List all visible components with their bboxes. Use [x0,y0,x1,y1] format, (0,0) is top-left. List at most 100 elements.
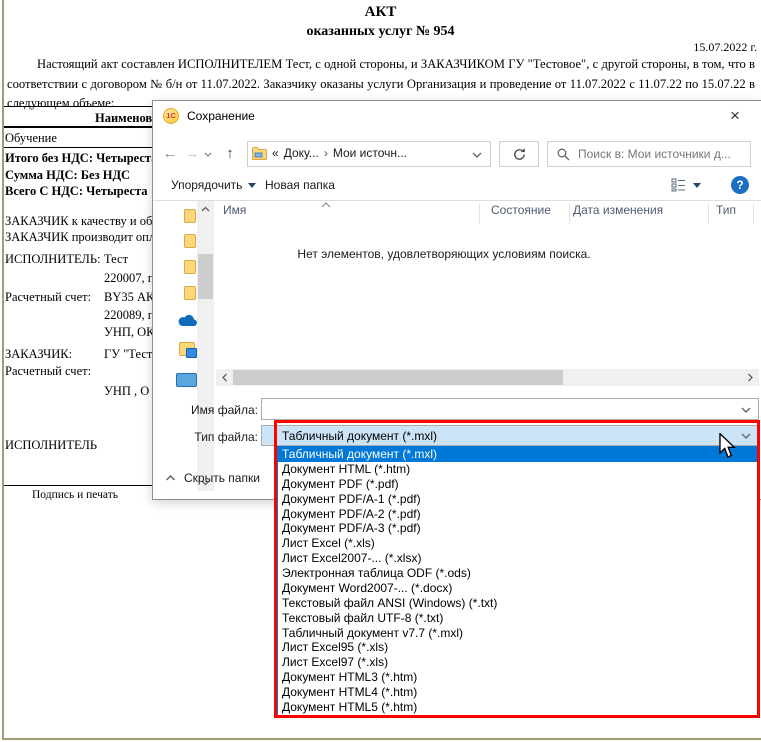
doc-executor-label: ИСПОЛНИТЕЛЬ: [5,252,101,267]
1c-app-icon: 1С [163,108,179,124]
filetype-chevron-icon[interactable] [741,432,751,440]
view-dropdown-icon [693,183,701,188]
this-pc-icon[interactable] [176,373,197,387]
desktop-folder-icon[interactable] [179,342,195,356]
doc-sign-caption: Подпись и печать [10,489,140,501]
dropdown-item[interactable]: Текстовый файл ANSI (Windows) (*.txt) [278,596,757,611]
doc-total-with-vat: Всего С НДС: Четыреста [5,184,147,199]
folder-icon[interactable] [184,286,196,300]
address-collapsed-crumbs[interactable]: « [272,146,279,160]
address-bar[interactable]: « Доку... › Мои источн... [247,141,491,167]
dropdown-item[interactable]: Документ Word2007-... (*.docx) [278,581,757,596]
refresh-icon [512,147,527,162]
refresh-button[interactable] [499,141,539,167]
filename-label: Имя файла: [153,403,258,417]
forward-icon[interactable]: → [181,141,203,167]
dropdown-item[interactable]: Электронная таблица ODF (*.ods) [278,566,757,581]
dropdown-item[interactable]: Документ HTML5 (*.htm) [278,700,757,715]
mouse-cursor [719,433,736,459]
column-header-name[interactable]: Имя [223,203,246,217]
doc-claim-line1: ЗАКАЗЧИК к качеству и объ [5,214,158,229]
folder-icon[interactable] [184,209,196,223]
doc-executor-unp: УНП, ОК [104,325,155,340]
organize-label: Упорядочить [171,178,242,192]
file-list-hscrollbar[interactable] [216,369,759,386]
filetype-selected-value: Табличный документ (*.mxl) [282,429,437,443]
history-chevron-icon[interactable] [203,141,217,167]
dropdown-item[interactable]: Текстовый файл UTF-8 (*.txt) [278,611,757,626]
chevron-up-icon [165,474,176,482]
back-icon[interactable]: ← [159,141,181,167]
onedrive-icon[interactable] [178,314,197,327]
up-icon[interactable]: ↑ [219,141,241,167]
folder-icon[interactable] [184,260,196,274]
doc-executor-sign: ИСПОЛНИТЕЛЬ [5,438,97,453]
doc-executor-addr: 220007, г [104,271,153,286]
scroll-left-icon[interactable] [218,369,232,386]
dropdown-item[interactable]: Лист Excel (*.xls) [278,536,757,551]
doc-subtitle: оказанных услуг № 954 [0,24,761,40]
address-dropdown-chevron-icon[interactable] [472,151,482,159]
doc-service-row: Обучение [5,131,57,146]
page-border-bottom [2,738,761,740]
column-divider[interactable] [708,204,709,224]
new-folder-label: Новая папка [265,178,335,192]
navigation-pane-scrollbar[interactable] [197,201,214,491]
dropdown-item[interactable]: Документ PDF/A-2 (*.pdf) [278,507,757,522]
save-dialog: 1С Сохранение × ← → ↑ « Доку... › Мои ис… [152,100,761,500]
breadcrumb-documents[interactable]: Доку... [284,146,319,160]
dropdown-item[interactable]: Документ HTML (*.htm) [278,462,757,477]
doc-total-no-vat: Итого без НДС: Четыреста [5,151,157,166]
column-divider[interactable] [569,204,570,224]
navigation-pane [153,201,197,491]
doc-customer-account-label: Расчетный счет: [5,364,91,379]
new-folder-button[interactable]: Новая папка [265,178,335,192]
dropdown-item[interactable]: Документ HTML4 (*.htm) [278,685,757,700]
crumb-separator-icon: › [324,146,328,160]
dropdown-item[interactable]: Лист Excel95 (*.xls) [278,640,757,655]
doc-vat-sum: Сумма НДС: Без НДС [5,168,130,183]
doc-executor-addr2: 220089, г [104,308,153,323]
doc-executor-account: BY35 АК [104,290,154,305]
search-input[interactable]: Поиск в: Мои источники д... [578,147,746,161]
details-view-icon [671,178,687,192]
dropdown-item[interactable]: Документ PDF/A-1 (*.pdf) [278,492,757,507]
dropdown-item[interactable]: Лист Excel2007-... (*.xlsx) [278,551,757,566]
dropdown-item[interactable]: Лист Excel97 (*.xls) [278,655,757,670]
help-button[interactable]: ? [731,176,749,194]
doc-account-label: Расчетный счет: [5,290,91,305]
close-icon[interactable]: × [715,103,755,129]
folder-icon[interactable] [184,234,196,248]
search-box[interactable]: Поиск в: Мои источники д... [547,141,751,167]
sort-ascending-icon [321,202,331,208]
scrollbar-thumb[interactable] [198,254,213,299]
hide-folders-button[interactable]: Скрыть папки [165,471,260,485]
column-header-date[interactable]: Дата изменения [573,203,663,217]
scroll-up-icon[interactable] [197,201,214,218]
dropdown-item[interactable]: Документ PDF (*.pdf) [278,477,757,492]
column-divider[interactable] [753,204,754,224]
hide-folders-label: Скрыть папки [184,471,260,485]
page-border-left [2,0,4,740]
dropdown-item[interactable]: Документ PDF/A-3 (*.pdf) [278,521,757,536]
dropdown-item[interactable]: Табличный документ (*.mxl) [278,447,757,462]
column-divider[interactable] [479,204,480,224]
organize-dropdown-icon [248,183,256,188]
breadcrumb-my-sources[interactable]: Мои источн... [333,146,407,160]
doc-title: АКТ [0,4,761,21]
signature-line [4,485,152,486]
column-header-type[interactable]: Тип [716,203,736,217]
dialog-titlebar[interactable]: 1С Сохранение × [153,101,761,131]
dropdown-item[interactable]: Документ HTML3 (*.htm) [278,670,757,685]
view-mode-button[interactable] [671,178,701,192]
scroll-right-icon[interactable] [743,369,757,386]
filename-input[interactable] [261,398,759,420]
scrollbar-thumb[interactable] [233,370,563,385]
empty-results-message: Нет элементов, удовлетворяющих условиям … [214,247,674,261]
filename-chevron-icon[interactable] [741,406,751,414]
dropdown-item[interactable]: Табличный документ v7.7 (*.mxl) [278,626,757,641]
doc-customer-unp: УНП , О [104,384,149,399]
column-header-status[interactable]: Состояние [491,203,551,217]
filetype-select[interactable]: Табличный документ (*.mxl) [261,425,759,446]
organize-button[interactable]: Упорядочить [171,178,256,192]
